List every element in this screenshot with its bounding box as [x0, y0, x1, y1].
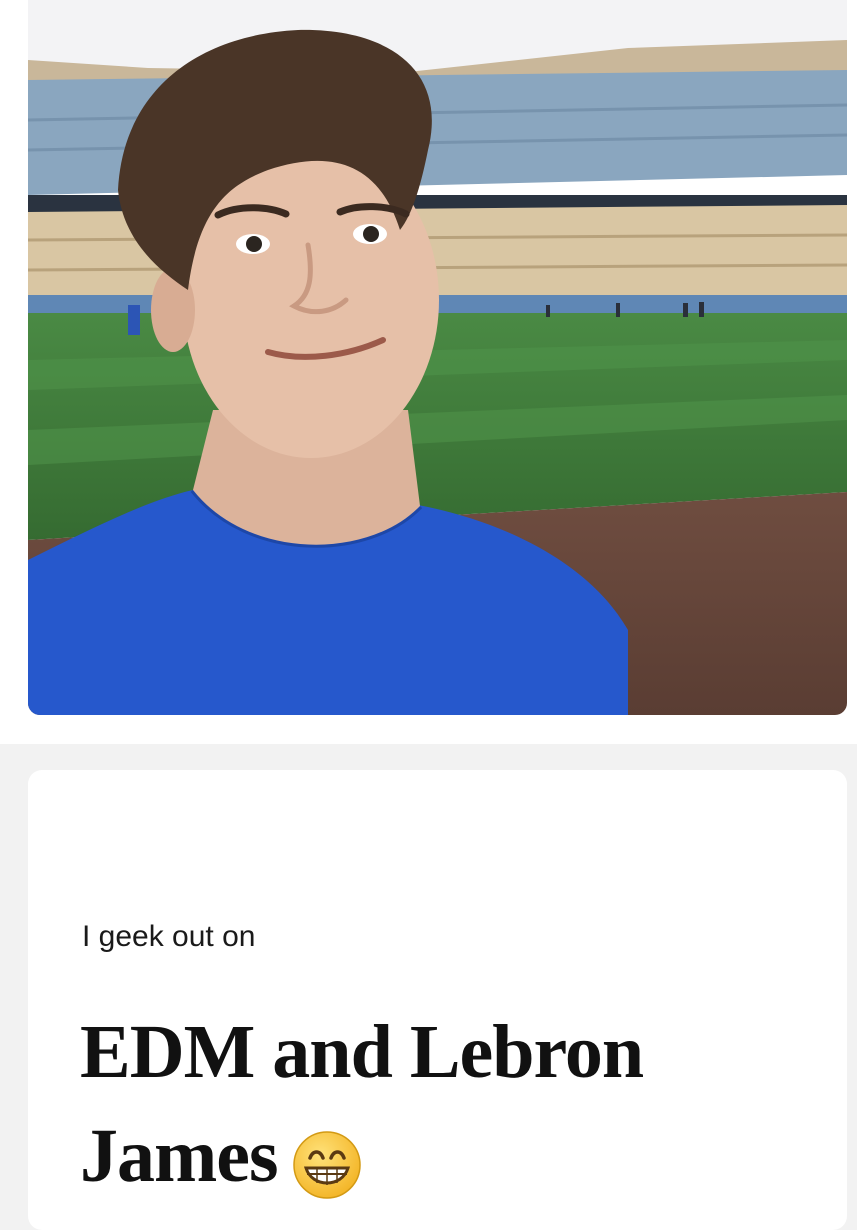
prompt-card: I geek out on EDM and Lebron James	[28, 770, 847, 1230]
selfie-photo	[28, 0, 847, 715]
prompt-answer: EDM and Lebron James	[80, 1000, 780, 1208]
photo-card	[0, 0, 857, 744]
grinning-face-icon	[292, 1123, 362, 1199]
prompt-label: I geek out on	[82, 920, 256, 953]
profile-photo[interactable]	[28, 0, 847, 715]
